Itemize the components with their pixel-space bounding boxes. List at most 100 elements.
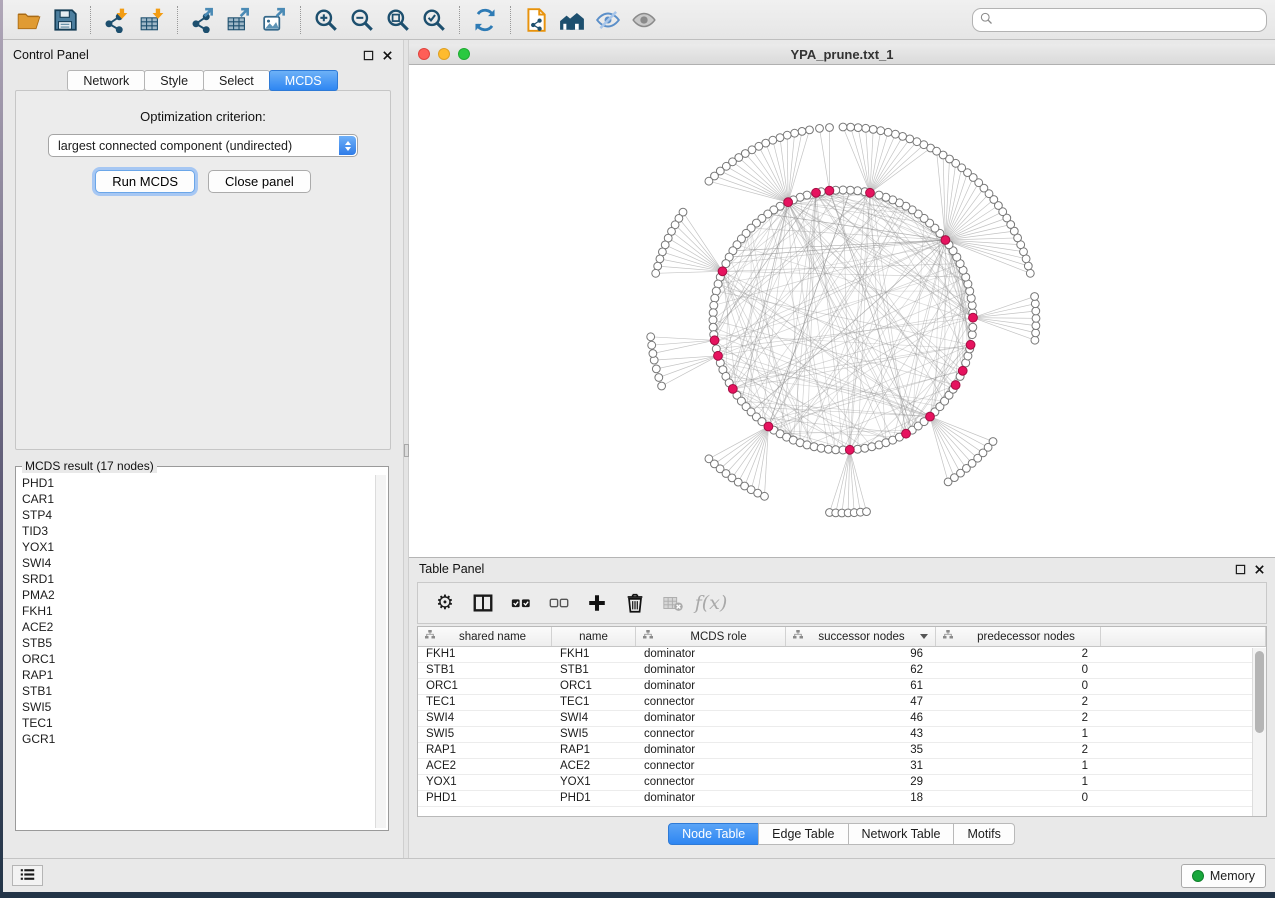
table-cell[interactable]: RAP1 <box>552 743 636 758</box>
table-cell[interactable]: 35 <box>786 743 936 758</box>
table-cell[interactable]: YOX1 <box>418 775 552 790</box>
graph-node[interactable] <box>652 365 660 373</box>
graph-node[interactable] <box>1032 307 1040 315</box>
float-panel-icon[interactable] <box>1235 564 1246 575</box>
mcds-result-item[interactable]: GCR1 <box>18 731 374 747</box>
select-all-rows-icon[interactable] <box>504 588 538 618</box>
mcds-result-item[interactable]: STB1 <box>18 683 374 699</box>
mcds-result-item[interactable]: CAR1 <box>18 491 374 507</box>
graph-node[interactable] <box>654 262 662 270</box>
graph-node[interactable] <box>1032 329 1040 337</box>
table-cell[interactable]: SWI5 <box>418 727 552 742</box>
graph-node[interactable] <box>649 350 657 358</box>
table-row[interactable]: ORC1ORC1dominator610 <box>418 679 1266 695</box>
graph-node[interactable] <box>1026 269 1034 277</box>
table-cell[interactable]: 1 <box>936 727 1101 742</box>
table-cell[interactable]: 1 <box>936 759 1101 774</box>
table-row[interactable]: SWI5SWI5connector431 <box>418 727 1266 743</box>
column-header-successor-nodes[interactable]: successor nodes <box>786 627 936 646</box>
mcds-result-item[interactable]: SWI5 <box>18 699 374 715</box>
graph-node[interactable] <box>892 130 900 138</box>
task-history-button[interactable] <box>12 865 43 886</box>
table-row[interactable]: RAP1RAP1dominator352 <box>418 743 1266 759</box>
table-cell[interactable]: dominator <box>636 711 786 726</box>
mcds-result-item[interactable]: STB5 <box>18 635 374 651</box>
table-scrollbar-thumb[interactable] <box>1255 651 1264 733</box>
zoom-fit-icon[interactable] <box>380 4 416 36</box>
tab-edge-table[interactable]: Edge Table <box>758 823 848 845</box>
mcds-result-item[interactable]: FKH1 <box>18 603 374 619</box>
home-networks-icon[interactable] <box>554 4 590 36</box>
graph-node[interactable] <box>817 444 825 452</box>
tab-motifs[interactable]: Motifs <box>953 823 1014 845</box>
table-row[interactable]: SWI4SWI4dominator462 <box>418 711 1266 727</box>
table-cell[interactable]: 31 <box>786 759 936 774</box>
run-mcds-button[interactable]: Run MCDS <box>95 170 195 193</box>
criterion-select[interactable]: largest connected component (undirected) <box>48 134 358 157</box>
graph-node[interactable] <box>1032 322 1040 330</box>
mcds-result-item[interactable]: TID3 <box>18 523 374 539</box>
table-cell[interactable]: dominator <box>636 663 786 678</box>
table-cell[interactable]: 43 <box>786 727 936 742</box>
mcds-result-item[interactable]: PMA2 <box>18 587 374 603</box>
table-cell[interactable]: PHD1 <box>418 791 552 806</box>
export-image-icon[interactable] <box>257 4 293 36</box>
graph-node[interactable] <box>798 128 806 136</box>
mcds-result-item[interactable]: YOX1 <box>18 539 374 555</box>
mcds-hub-node[interactable] <box>714 351 723 360</box>
table-cell[interactable]: 47 <box>786 695 936 710</box>
table-row[interactable]: YOX1YOX1connector291 <box>418 775 1266 791</box>
show-columns-icon[interactable] <box>466 588 500 618</box>
close-panel-button[interactable]: Close panel <box>208 170 311 193</box>
table-cell[interactable]: ACE2 <box>418 759 552 774</box>
mcds-hub-node[interactable] <box>902 429 911 438</box>
graph-node[interactable] <box>655 374 663 382</box>
table-cell[interactable]: 2 <box>936 711 1101 726</box>
graph-node[interactable] <box>1031 336 1039 344</box>
graph-node[interactable] <box>709 316 717 324</box>
graph-node[interactable] <box>839 186 847 194</box>
column-header-name[interactable]: name <box>552 627 636 646</box>
graph-node[interactable] <box>832 446 840 454</box>
graph-node[interactable] <box>906 135 914 143</box>
apply-layout-icon[interactable] <box>467 4 503 36</box>
mcds-hub-node[interactable] <box>728 385 737 394</box>
mcds-result-item[interactable]: ACE2 <box>18 619 374 635</box>
tab-style[interactable]: Style <box>144 70 204 91</box>
table-cell[interactable]: 96 <box>786 647 936 662</box>
zoom-selected-icon[interactable] <box>416 4 452 36</box>
table-cell[interactable]: connector <box>636 759 786 774</box>
hide-graphics-details-icon[interactable] <box>590 4 626 36</box>
table-cell[interactable]: 0 <box>936 791 1101 806</box>
graph-node[interactable] <box>705 177 713 185</box>
tab-network[interactable]: Network <box>67 70 145 91</box>
table-cell[interactable]: 46 <box>786 711 936 726</box>
table-cell[interactable]: 2 <box>936 695 1101 710</box>
table-cell[interactable]: SWI4 <box>552 711 636 726</box>
table-cell[interactable]: RAP1 <box>418 743 552 758</box>
column-header-shared-name[interactable]: shared name <box>418 627 552 646</box>
table-cell[interactable]: PHD1 <box>552 791 636 806</box>
table-scrollbar[interactable] <box>1252 648 1266 816</box>
graph-node[interactable] <box>709 309 717 317</box>
mcds-result-item[interactable]: TEC1 <box>18 715 374 731</box>
graph-node[interactable] <box>869 126 877 134</box>
search-input[interactable] <box>994 11 1260 29</box>
table-cell[interactable]: 29 <box>786 775 936 790</box>
mcds-hub-node[interactable] <box>969 313 978 322</box>
graph-node[interactable] <box>709 323 717 331</box>
graph-node[interactable] <box>826 124 834 132</box>
graph-node[interactable] <box>711 294 719 302</box>
graph-node[interactable] <box>722 260 730 268</box>
column-header-predecessor-nodes[interactable]: predecessor nodes <box>936 627 1101 646</box>
graph-node[interactable] <box>989 438 997 446</box>
graph-node[interactable] <box>806 126 814 134</box>
table-cell[interactable]: STB1 <box>418 663 552 678</box>
zoom-in-icon[interactable] <box>308 4 344 36</box>
table-cell[interactable]: dominator <box>636 647 786 662</box>
mcds-hub-node[interactable] <box>958 366 967 375</box>
graph-node[interactable] <box>969 323 977 331</box>
search-box[interactable] <box>972 8 1267 32</box>
graph-node[interactable] <box>847 123 855 131</box>
table-cell[interactable]: 62 <box>786 663 936 678</box>
